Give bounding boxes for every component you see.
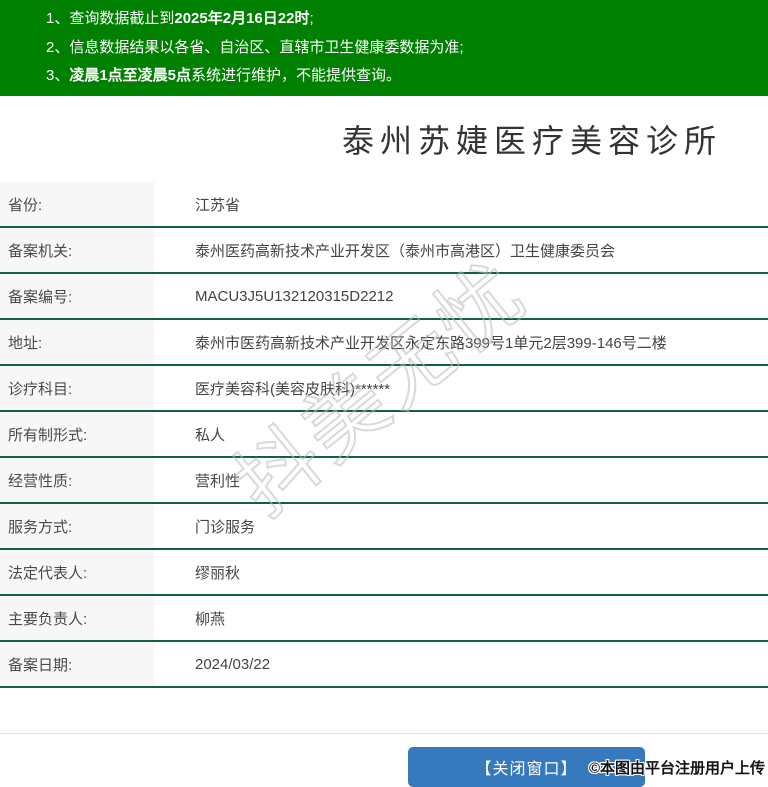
row-label: 诊疗科目: (0, 366, 154, 410)
row-value: 江苏省 (195, 196, 241, 214)
page-title: 泰州苏婕医疗美容诊所 (341, 123, 722, 159)
row-label: 主要负责人: (0, 596, 154, 640)
table-row-legal-representative: 法定代表人: 缪丽秋 (0, 550, 768, 596)
table-row-province: 省份: 江苏省 (0, 182, 768, 228)
notice-line-3: 3、凌晨1点至凌晨5点系统进行维护，不能提供查询。 (46, 62, 758, 91)
notice-text: 查询数据截止到 (69, 10, 175, 27)
notice-text: ; (309, 10, 314, 27)
table-row-medical-subjects: 诊疗科目: 医疗美容科(美容皮肤科)****** (0, 366, 768, 412)
row-value: 泰州医药高新技术产业开发区（泰州市高港区）卫生健康委员会 (195, 242, 616, 260)
registration-table: 省份: 江苏省 备案机关: 泰州医药高新技术产业开发区（泰州市高港区）卫生健康委… (0, 182, 768, 688)
upload-copyright-caption: ©本图由平台注册用户上传 (588, 760, 765, 777)
table-row-filing-authority: 备案机关: 泰州医药高新技术产业开发区（泰州市高港区）卫生健康委员会 (0, 228, 768, 274)
row-value: 2024/03/22 (195, 655, 271, 673)
table-row-filing-date: 备案日期: 2024/03/22 (0, 642, 768, 688)
row-value: MACU3J5U132120315D2212 (195, 287, 394, 305)
row-label: 所有制形式: (0, 412, 154, 456)
row-value: 泰州市医药高新技术产业开发区永定东路399号1单元2层399-146号二楼 (195, 334, 667, 352)
row-value: 营利性 (195, 472, 241, 490)
row-label: 备案日期: (0, 642, 154, 686)
notice-text: 系统进行维护，不能提供查询。 (191, 67, 402, 84)
title-area: 泰州苏婕医疗美容诊所 (0, 96, 768, 182)
table-row-ownership: 所有制形式: 私人 (0, 412, 768, 458)
table-row-service-mode: 服务方式: 门诊服务 (0, 504, 768, 550)
footer-divider (0, 733, 768, 734)
row-label: 地址: (0, 320, 154, 364)
table-row-business-nature: 经营性质: 营利性 (0, 458, 768, 504)
notice-line-1: 1、查询数据截止到2025年2月16日22时; (46, 5, 758, 34)
notice-line-number: 2、 (46, 38, 70, 56)
row-value: 门诊服务 (195, 518, 256, 536)
row-label: 经营性质: (0, 458, 154, 502)
notice-line-2: 2、信息数据结果以各省、自治区、直辖市卫生健康委数据为准; (46, 34, 758, 63)
table-row-principal: 主要负责人: 柳燕 (0, 596, 768, 642)
notice-banner: 1、查询数据截止到2025年2月16日22时; 2、信息数据结果以各省、自治区、… (0, 0, 768, 96)
notice-text-bold: 2025年2月16日22时 (174, 10, 310, 27)
row-value: 缪丽秋 (195, 564, 241, 582)
notice-text: 信息数据结果以各省、自治区、直辖市卫生健康委数据为准; (69, 38, 464, 56)
row-label: 省份: (0, 182, 154, 226)
table-row-filing-number: 备案编号: MACU3J5U132120315D2212 (0, 274, 768, 320)
notice-text-bold: 凌晨1点至凌晨5点 (69, 67, 192, 84)
row-value: 医疗美容科(美容皮肤科)****** (195, 380, 391, 398)
row-label: 备案编号: (0, 274, 154, 318)
row-label: 备案机关: (0, 228, 154, 272)
row-label: 法定代表人: (0, 550, 154, 594)
notice-line-number: 3、 (46, 67, 70, 84)
row-value: 私人 (195, 426, 226, 444)
row-value: 柳燕 (195, 610, 226, 628)
table-row-address: 地址: 泰州市医药高新技术产业开发区永定东路399号1单元2层399-146号二… (0, 320, 768, 366)
row-label: 服务方式: (0, 504, 154, 548)
notice-line-number: 1、 (46, 10, 70, 27)
